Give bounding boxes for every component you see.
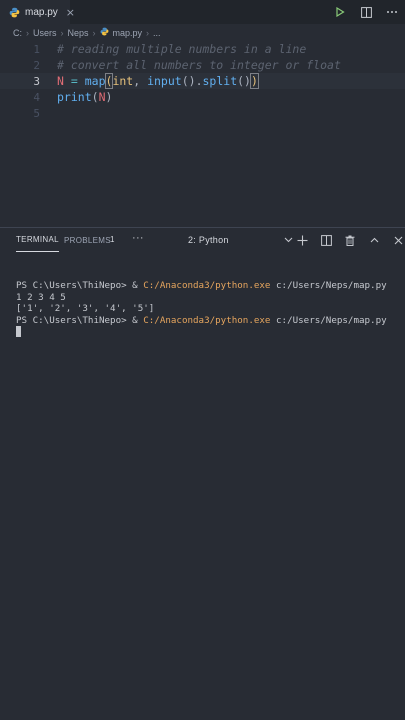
- more-actions-icon[interactable]: [385, 5, 399, 19]
- token-builtin: int: [112, 74, 134, 88]
- terminal-arg: c:/Users/Neps/map.py: [270, 280, 387, 291]
- token-paren: (): [181, 74, 196, 88]
- token-operator: =: [63, 74, 85, 88]
- terminal-line: ['1', '2', '3', '4', '5']: [16, 303, 155, 314]
- breadcrumb-item[interactable]: ...: [153, 28, 161, 38]
- trash-icon[interactable]: [343, 233, 357, 247]
- split-terminal-icon[interactable]: [319, 233, 333, 247]
- code-line-active: 3 N = map(int, input().split()): [0, 73, 405, 89]
- code-comment: # convert all numbers to integer or floa…: [57, 58, 341, 72]
- line-number: 4: [33, 90, 40, 104]
- token-function: split: [202, 74, 238, 88]
- code-line: 1 # reading multiple numbers in a line: [0, 41, 405, 57]
- chevron-right-icon: ›: [146, 27, 150, 38]
- tab-label: map.py: [25, 6, 58, 18]
- terminal-select-value: 2: Python: [188, 235, 229, 245]
- token-variable: N: [57, 74, 64, 88]
- token-bracket-match: ): [249, 73, 259, 89]
- chevron-right-icon: ›: [92, 27, 96, 38]
- code-line: 5: [0, 105, 405, 121]
- editor-tab-bar: map.py ×: [0, 0, 405, 24]
- chevron-up-icon[interactable]: [367, 233, 381, 247]
- tab-problems[interactable]: PROBLEMS: [64, 228, 111, 252]
- terminal-select[interactable]: 2: Python: [183, 232, 298, 248]
- terminal-line: 1 2 3 4 5: [16, 291, 66, 303]
- code-line: 2 # convert all numbers to integer or fl…: [0, 57, 405, 73]
- problems-count-badge: 1: [110, 235, 115, 244]
- breadcrumb-item[interactable]: Users: [33, 28, 57, 38]
- token-paren: ): [105, 90, 113, 104]
- code-text: N = map(int, input().split()): [57, 73, 259, 89]
- chevron-right-icon: ›: [26, 27, 29, 38]
- breadcrumb: C: › Users › Neps › map.py › ...: [0, 24, 405, 41]
- panel-actions: [295, 228, 405, 252]
- run-icon[interactable]: [333, 5, 347, 19]
- close-icon[interactable]: ×: [66, 6, 75, 19]
- python-file-icon: [9, 3, 20, 22]
- token-paren: (: [91, 90, 99, 104]
- terminal-exe-path: C:/Anaconda3/python.exe: [143, 314, 271, 326]
- tab-map-py[interactable]: map.py ×: [0, 0, 75, 24]
- chevron-down-icon: [284, 235, 293, 245]
- editor-actions: [333, 0, 405, 24]
- code-comment: # reading multiple numbers in a line: [57, 42, 307, 56]
- token-function: input: [147, 74, 182, 88]
- line-number: 1: [33, 42, 40, 56]
- code-text: print(N): [57, 90, 112, 104]
- terminal-prompt: PS C:\Users\ThiNepo> &: [16, 280, 144, 291]
- line-number: 3: [33, 74, 40, 88]
- python-file-icon: [100, 27, 109, 38]
- token-variable: N: [98, 90, 106, 104]
- token-paren: (): [237, 74, 251, 88]
- chevron-right-icon: ›: [60, 27, 64, 38]
- panel-header: TERMINAL PROBLEMS 1 ··· 2: Python: [0, 228, 405, 252]
- breadcrumb-item[interactable]: map.py: [113, 28, 143, 38]
- token-function: print: [57, 90, 92, 104]
- token-punctuation: ,: [133, 74, 148, 88]
- terminal-line: PS C:\Users\ThiNepo> & C:/Anaconda3/pyth…: [16, 315, 387, 327]
- tab-terminal[interactable]: TERMINAL: [16, 228, 59, 252]
- token-function: map: [84, 74, 106, 88]
- code-editor[interactable]: 1 # reading multiple numbers in a line 2…: [0, 41, 405, 227]
- line-number: 5: [33, 106, 40, 120]
- breadcrumb-item[interactable]: C:: [13, 28, 22, 38]
- more-tabs-icon[interactable]: ···: [132, 232, 144, 244]
- terminal-output[interactable]: PS C:\Users\ThiNepo> & C:/Anaconda3/pyth…: [0, 252, 405, 720]
- terminal-arg: c:/Users/Neps/map.py: [270, 314, 387, 326]
- terminal-exe-path: C:/Anaconda3/python.exe: [143, 280, 271, 291]
- breadcrumb-item[interactable]: Neps: [68, 28, 89, 38]
- split-editor-icon[interactable]: [359, 5, 373, 19]
- token-punctuation: .: [195, 74, 203, 88]
- terminal-line: PS C:\Users\ThiNepo> & C:/Anaconda3/pyth…: [16, 280, 387, 292]
- close-icon[interactable]: [391, 233, 405, 247]
- terminal-cursor: [16, 326, 21, 337]
- add-terminal-icon[interactable]: [295, 233, 309, 247]
- terminal-prompt: PS C:\Users\ThiNepo> &: [16, 314, 144, 326]
- code-line: 4 print(N): [0, 89, 405, 105]
- line-number: 2: [33, 58, 40, 72]
